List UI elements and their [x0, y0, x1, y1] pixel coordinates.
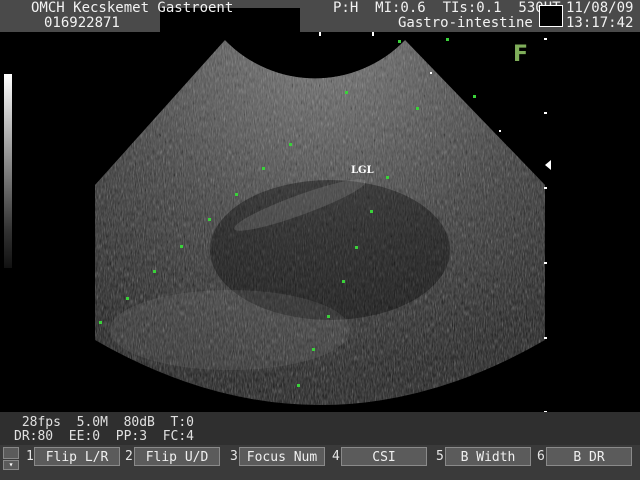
- csi-button[interactable]: CSI: [341, 447, 427, 466]
- softkey-3-number: 3: [230, 449, 238, 464]
- status-line-2: DR:80 EE:0 PP:3 FC:4: [14, 429, 195, 444]
- ultrasound-image: [95, 30, 547, 413]
- softkey-1-number: 1: [26, 449, 34, 464]
- focus-num-button[interactable]: Focus Num: [239, 447, 325, 466]
- flip-lr-button[interactable]: Flip L/R: [34, 447, 120, 466]
- image-annotation: LGL: [351, 165, 374, 176]
- softkey-5-number: 5: [436, 449, 444, 464]
- exam-time: 13:17:42: [566, 15, 634, 31]
- patient-id: 016922871: [44, 15, 120, 31]
- b-width-button[interactable]: B Width: [445, 447, 531, 466]
- softkey-4-number: 4: [332, 449, 340, 464]
- b-dr-button[interactable]: B DR: [546, 447, 632, 466]
- exam-preset: Gastro-intestine: [398, 15, 533, 31]
- institution-name: OMCH Kecskemet Gastroent: [31, 0, 234, 16]
- orientation-marker: F: [513, 42, 529, 67]
- menu-down-icon[interactable]: ▾: [3, 460, 19, 470]
- freeze-indicator: [539, 5, 563, 27]
- focus-marker-icon: [545, 160, 551, 170]
- exam-date: 11/08/09: [566, 0, 634, 16]
- probe-params: P:H MI:0.6 TIs:0.1 530UT: [333, 0, 561, 16]
- softkey-6-number: 6: [537, 449, 545, 464]
- status-line-1: 28fps 5.0M 80dB T:0: [14, 415, 195, 430]
- header-bar: OMCH Kecskemet Gastroent 016922871 P:H M…: [0, 0, 640, 34]
- flip-ud-button[interactable]: Flip U/D: [134, 447, 220, 466]
- grayscale-bar: [4, 74, 12, 268]
- menu-toggle-button[interactable]: [3, 447, 19, 459]
- softkey-2-number: 2: [125, 449, 133, 464]
